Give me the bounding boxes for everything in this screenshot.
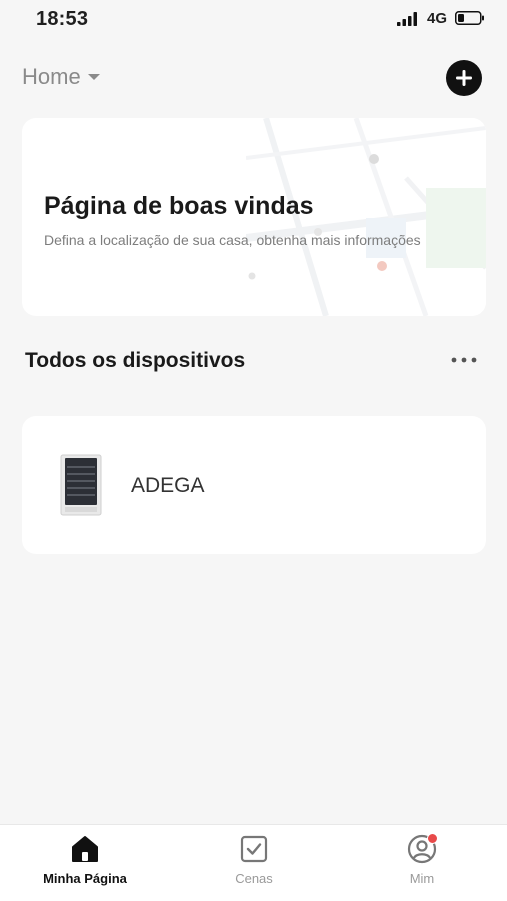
battery-icon <box>455 11 484 25</box>
welcome-title: Página de boas vindas <box>44 192 314 220</box>
tab-cenas[interactable]: Cenas <box>184 833 324 886</box>
tab-label: Minha Página <box>43 871 127 886</box>
more-dots-icon <box>451 357 477 363</box>
tab-minha-pagina[interactable]: Minha Página <box>15 833 155 886</box>
checkbox-icon <box>238 833 270 865</box>
status-bar: 18:53 4G <box>0 0 507 40</box>
tab-label: Mim <box>409 871 435 886</box>
signal-bars-icon <box>397 12 417 26</box>
status-time: 18:53 <box>36 8 89 30</box>
notification-dot <box>427 833 438 844</box>
add-device-button[interactable] <box>446 60 482 96</box>
device-name: ADEGA <box>131 474 205 497</box>
profile-icon <box>406 833 438 865</box>
home-selector[interactable]: Home <box>22 64 101 90</box>
welcome-subtitle: Defina a localização de sua casa, obtenh… <box>44 232 421 248</box>
device-card[interactable]: ADEGA <box>22 416 486 554</box>
more-options-button[interactable] <box>446 348 482 372</box>
home-label: Home <box>22 64 81 89</box>
caret-down-icon <box>87 74 100 80</box>
welcome-card[interactable]: Página de boas vindas Defina a localizaç… <box>22 118 486 316</box>
tab-label: Cenas <box>235 871 273 886</box>
all-devices-title: Todos os dispositivos <box>25 349 246 372</box>
wine-cooler-icon <box>60 454 102 516</box>
plus-icon <box>456 70 472 86</box>
network-type: 4G <box>427 10 448 27</box>
tab-bar: Minha Página Cenas Mim <box>0 824 507 901</box>
home-icon <box>69 833 101 865</box>
tab-mim[interactable]: Mim <box>352 833 492 886</box>
